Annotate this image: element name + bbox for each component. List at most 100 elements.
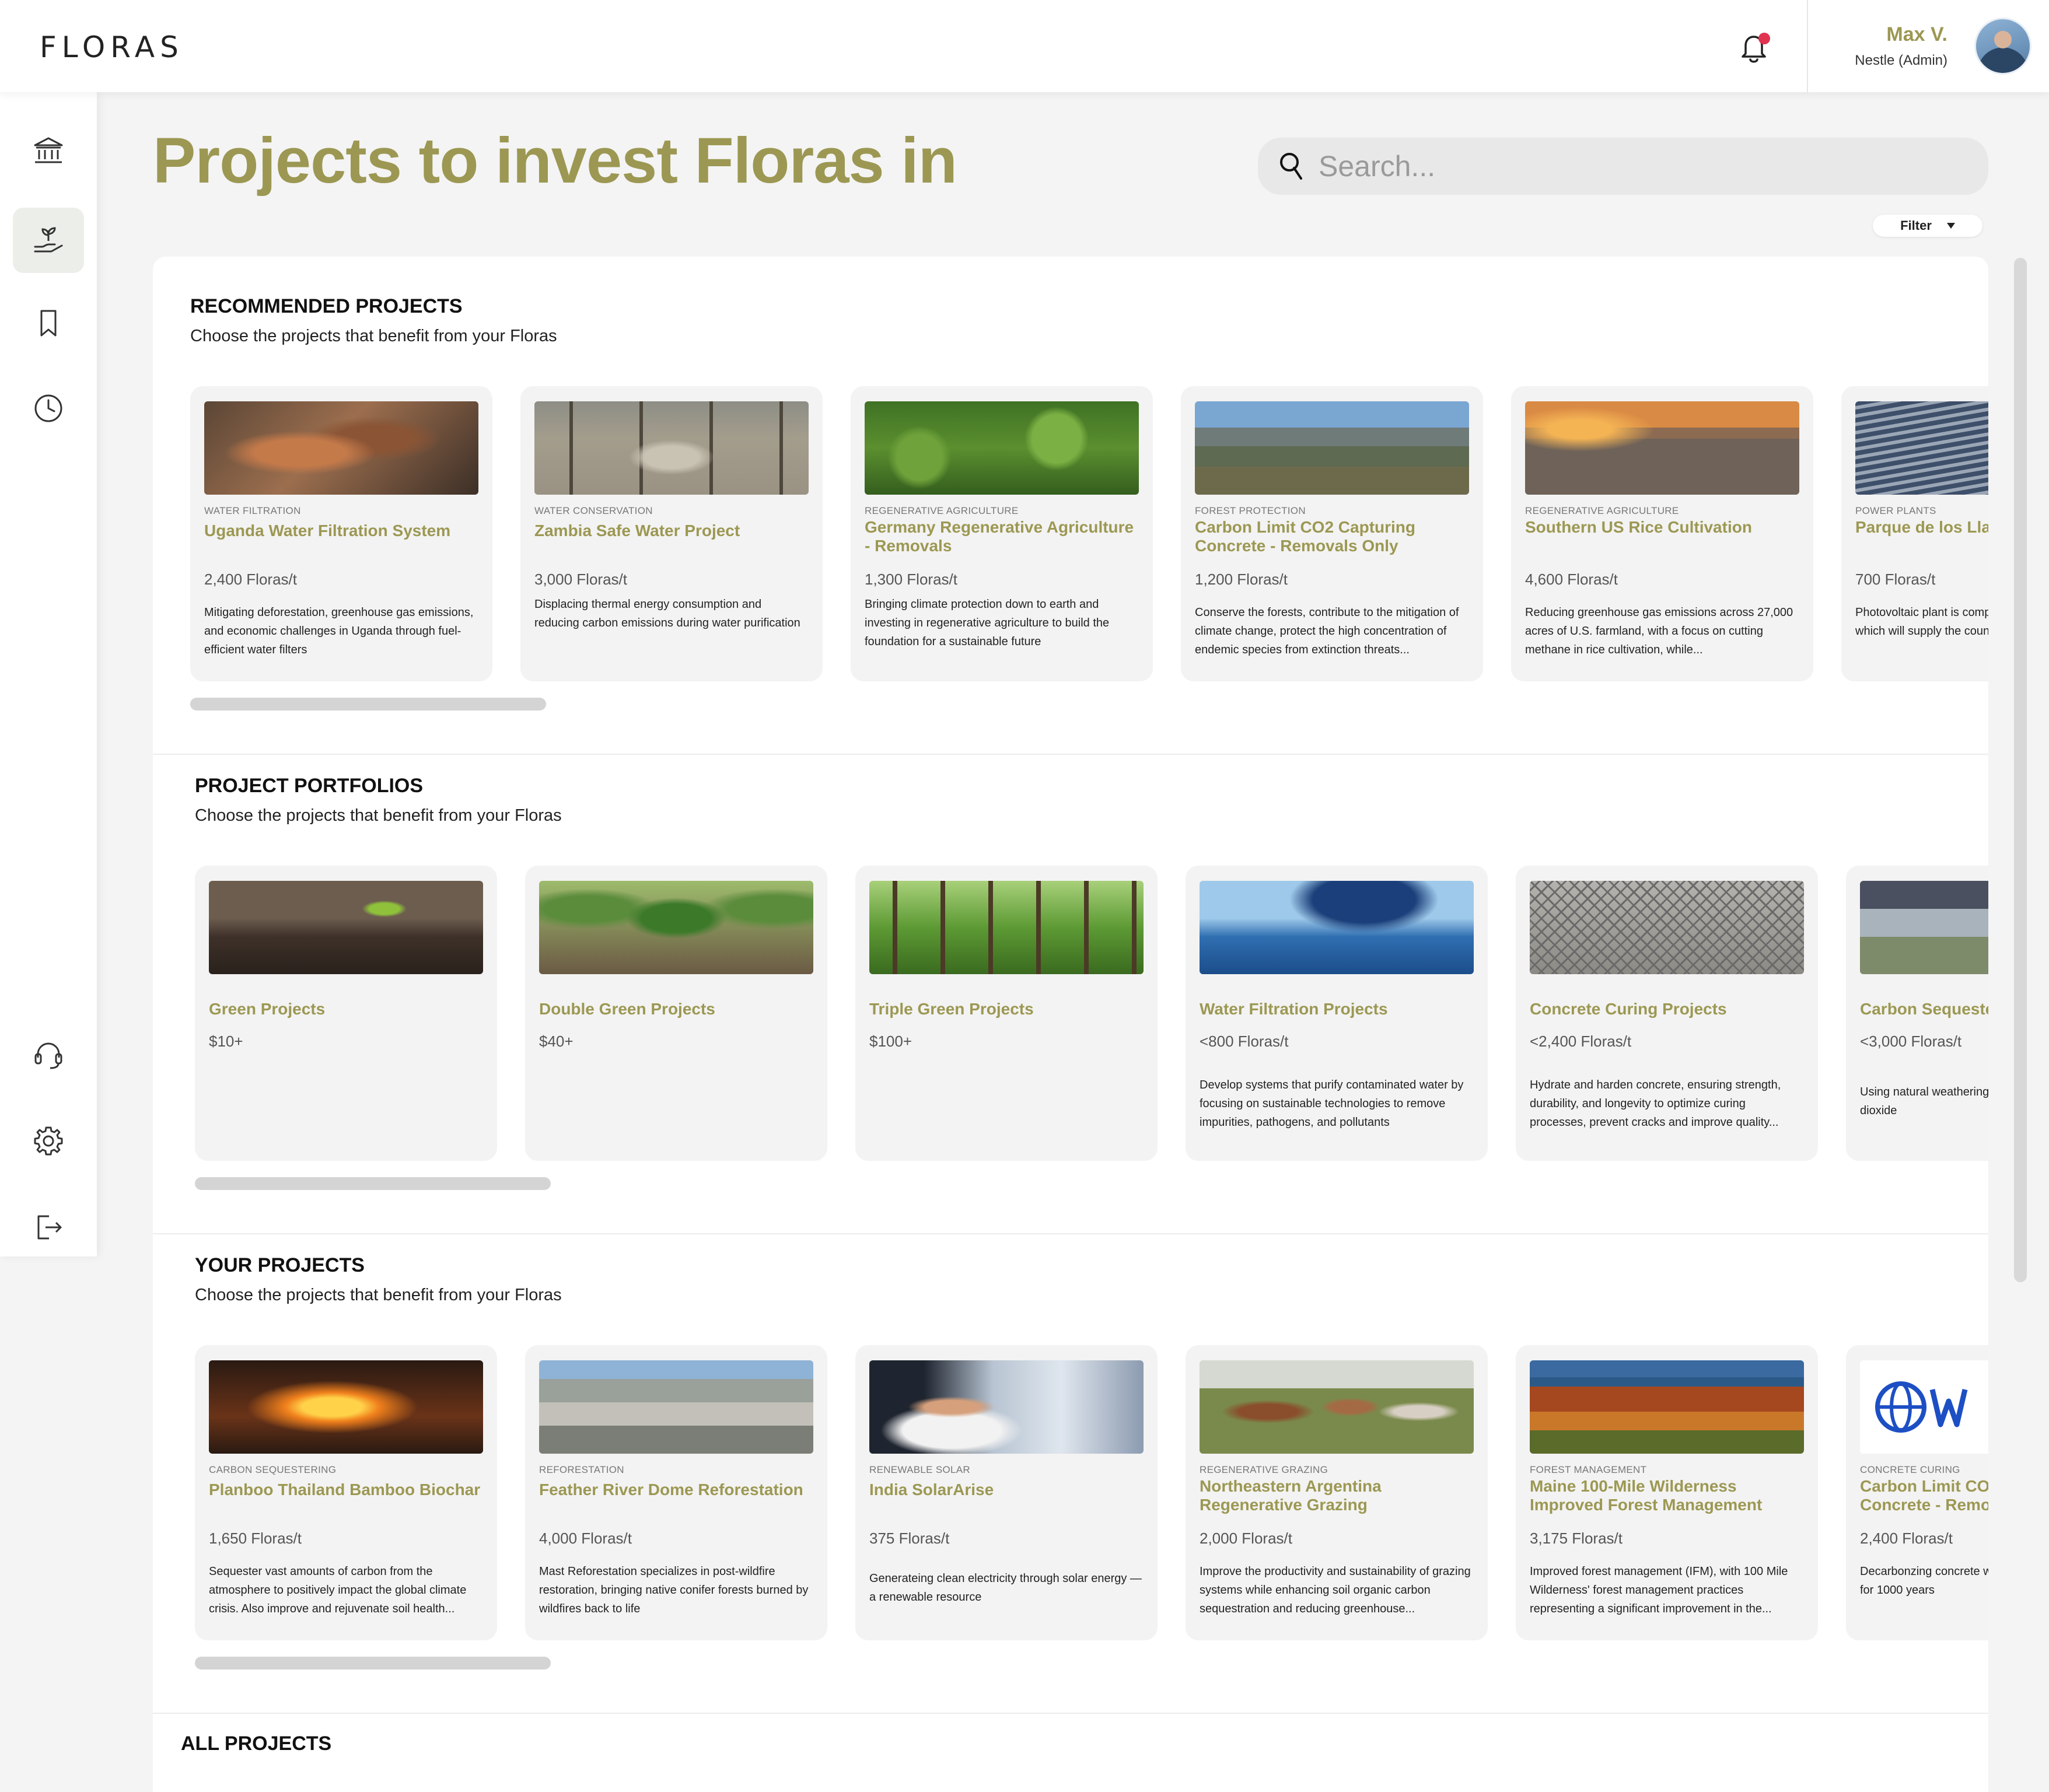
- project-description: Mitigating deforestation, greenhouse gas…: [204, 606, 474, 656]
- portfolio-title[interactable]: Concrete Curing Projects: [1530, 1000, 1804, 1019]
- carousel-scrollbar-your-projects[interactable]: [195, 1657, 551, 1670]
- section-subtitle-portfolios: Choose the projects that benefit from yo…: [195, 806, 562, 825]
- portfolio-card[interactable]: Carbon Sequestering Projects <3,000 Flor…: [1846, 866, 1988, 1161]
- portfolio-description: Using natural weathering to sequester ca…: [1860, 1086, 1988, 1117]
- sidebar-item-saved[interactable]: [13, 290, 84, 356]
- project-description: Generateing clean electricity through so…: [869, 1572, 1142, 1604]
- sidebar-item-invest[interactable]: [13, 208, 84, 273]
- project-card[interactable]: REGENERATIVE GRAZING Northeastern Argent…: [1186, 1345, 1488, 1640]
- project-title[interactable]: Feather River Dome Reforestation: [539, 1480, 813, 1499]
- section-subtitle-recommended: Choose the projects that benefit from yo…: [190, 327, 557, 345]
- user-name[interactable]: Max V.: [1886, 23, 1947, 46]
- project-image-power-plants: [1855, 401, 1988, 495]
- project-title[interactable]: Planboo Thailand Bamboo Biochar: [209, 1480, 483, 1499]
- project-description: Conserve the forests, contribute to the …: [1195, 606, 1459, 656]
- project-card[interactable]: WATER CONSERVATION Zambia Safe Water Pro…: [520, 386, 823, 681]
- project-title[interactable]: Maine 100-Mile Wilderness Improved Fores…: [1530, 1477, 1804, 1514]
- project-category: REFORESTATION: [539, 1464, 624, 1475]
- portfolio-image-triple-green: [869, 881, 1144, 974]
- project-title[interactable]: Northeastern Argentina Regenerative Graz…: [1200, 1477, 1474, 1514]
- portfolio-image-water-filtration: [1200, 881, 1474, 974]
- project-title[interactable]: Parque de los Llanos Power Plants: [1855, 518, 1988, 537]
- project-card[interactable]: POWER PLANTS Parque de los Llanos Power …: [1841, 386, 1988, 681]
- app-logo[interactable]: FLORAS: [40, 30, 184, 64]
- project-description: Reducing greenhouse gas emissions across…: [1525, 606, 1793, 656]
- sidebar-item-dashboard[interactable]: [13, 118, 84, 183]
- search-bar[interactable]: [1258, 138, 1988, 195]
- project-title[interactable]: Zambia Safe Water Project: [534, 522, 809, 540]
- project-image-biochar: [209, 1360, 483, 1454]
- project-card[interactable]: CONCRETE CURING Carbon Limit CO2 Capturi…: [1846, 1345, 1988, 1640]
- sidebar-item-support[interactable]: [13, 1023, 84, 1088]
- section-title-your-projects: YOUR PROJECTS: [195, 1254, 365, 1276]
- project-image-water-filtration: [204, 401, 478, 495]
- portfolio-title[interactable]: Carbon Sequestering Projects: [1860, 1000, 1988, 1019]
- section-title-all-projects: ALL PROJECTS: [181, 1732, 332, 1755]
- portfolio-title[interactable]: Triple Green Projects: [869, 1000, 1144, 1019]
- project-title[interactable]: Carbon Limit CO2 Capturing Concrete - Re…: [1195, 518, 1469, 555]
- portfolio-card[interactable]: Water Filtration Projects <800 Floras/t …: [1186, 866, 1488, 1161]
- project-description: Photovoltaic plant is composed of Llanos…: [1855, 606, 1988, 638]
- filter-dropdown[interactable]: Filter: [1873, 215, 1982, 237]
- portfolio-card[interactable]: Concrete Curing Projects <2,400 Floras/t…: [1516, 866, 1818, 1161]
- your-projects-carousel[interactable]: CARBON SEQUESTERING Planboo Thailand Bam…: [153, 1345, 1988, 1643]
- project-category: REGENERATIVE GRAZING: [1200, 1464, 1328, 1475]
- portfolio-price: $100+: [869, 1032, 912, 1050]
- search-input[interactable]: [1319, 146, 1972, 187]
- project-card[interactable]: REGENERATIVE AGRICULTURE Southern US Ric…: [1511, 386, 1813, 681]
- carousel-scrollbar-portfolios[interactable]: [195, 1177, 551, 1190]
- project-card[interactable]: REFORESTATION Feather River Dome Refores…: [525, 1345, 827, 1640]
- project-description: Displacing thermal energy consumption an…: [534, 598, 800, 629]
- page-title: Projects to invest Floras in: [153, 125, 957, 197]
- top-bar: FLORAS Max V. Nestle (Admin): [0, 0, 2049, 92]
- project-card[interactable]: FOREST PROTECTION Carbon Limit CO2 Captu…: [1181, 386, 1483, 681]
- project-category: WATER CONSERVATION: [534, 505, 653, 516]
- portfolio-card[interactable]: Triple Green Projects $100+: [855, 866, 1158, 1161]
- portfolio-price: <3,000 Floras/t: [1860, 1032, 1962, 1050]
- page-scrollbar[interactable]: [2014, 258, 2027, 1282]
- project-title[interactable]: Uganda Water Filtration System: [204, 522, 478, 540]
- portfolio-card[interactable]: Double Green Projects $40+: [525, 866, 827, 1161]
- project-price: 3,175 Floras/t: [1530, 1530, 1623, 1547]
- project-category: POWER PLANTS: [1855, 505, 1936, 516]
- project-card[interactable]: CARBON SEQUESTERING Planboo Thailand Bam…: [195, 1345, 497, 1640]
- project-price: 4,600 Floras/t: [1525, 570, 1618, 588]
- portfolio-title[interactable]: Green Projects: [209, 1000, 483, 1019]
- project-category: CARBON SEQUESTERING: [209, 1464, 337, 1475]
- project-title[interactable]: Southern US Rice Cultivation: [1525, 518, 1799, 537]
- recommended-carousel[interactable]: WATER FILTRATION Uganda Water Filtration…: [153, 386, 1988, 684]
- project-category: REGENERATIVE AGRICULTURE: [865, 505, 1019, 516]
- user-avatar[interactable]: [1974, 18, 2031, 75]
- sidebar-item-history[interactable]: [13, 376, 84, 441]
- project-price: 4,000 Floras/t: [539, 1530, 632, 1547]
- project-image-water-conservation: [534, 401, 809, 495]
- project-price: 3,000 Floras/t: [534, 570, 627, 588]
- filter-label: Filter: [1900, 218, 1932, 233]
- portfolio-description: Hydrate and harden concrete, ensuring st…: [1530, 1079, 1781, 1129]
- portfolios-carousel[interactable]: Green Projects $10+ Double Green Project…: [153, 866, 1988, 1163]
- header-divider: [1807, 0, 1808, 92]
- project-card[interactable]: REGENERATIVE AGRICULTURE Germany Regener…: [851, 386, 1153, 681]
- sidebar-item-settings[interactable]: [13, 1108, 84, 1174]
- portfolio-card[interactable]: Green Projects $10+: [195, 866, 497, 1161]
- section-divider: [153, 1713, 1988, 1714]
- project-card[interactable]: RENEWABLE SOLAR India SolarArise 375 Flo…: [855, 1345, 1158, 1640]
- section-subtitle-your-projects: Choose the projects that benefit from yo…: [195, 1286, 562, 1304]
- project-price: 2,400 Floras/t: [204, 570, 297, 588]
- project-category: FOREST PROTECTION: [1195, 505, 1306, 516]
- project-title[interactable]: Germany Regenerative Agriculture - Remov…: [865, 518, 1139, 555]
- project-title[interactable]: Carbon Limit CO2 Capturing Concrete - Re…: [1860, 1477, 1988, 1514]
- project-price: 700 Floras/t: [1855, 570, 1936, 588]
- user-role: Nestle (Admin): [1855, 52, 1947, 68]
- sidebar-item-logout[interactable]: [13, 1195, 84, 1260]
- project-title[interactable]: India SolarArise: [869, 1480, 1144, 1499]
- portfolio-title[interactable]: Double Green Projects: [539, 1000, 813, 1019]
- project-card[interactable]: WATER FILTRATION Uganda Water Filtration…: [190, 386, 492, 681]
- project-card[interactable]: FOREST MANAGEMENT Maine 100-Mile Wildern…: [1516, 1345, 1818, 1640]
- carousel-scrollbar-recommended[interactable]: [190, 698, 546, 710]
- invest-plant-icon: [34, 227, 63, 253]
- project-price: 2,000 Floras/t: [1200, 1530, 1292, 1547]
- project-category: WATER FILTRATION: [204, 505, 301, 516]
- caret-down-icon: [1946, 223, 1955, 229]
- portfolio-title[interactable]: Water Filtration Projects: [1200, 1000, 1474, 1019]
